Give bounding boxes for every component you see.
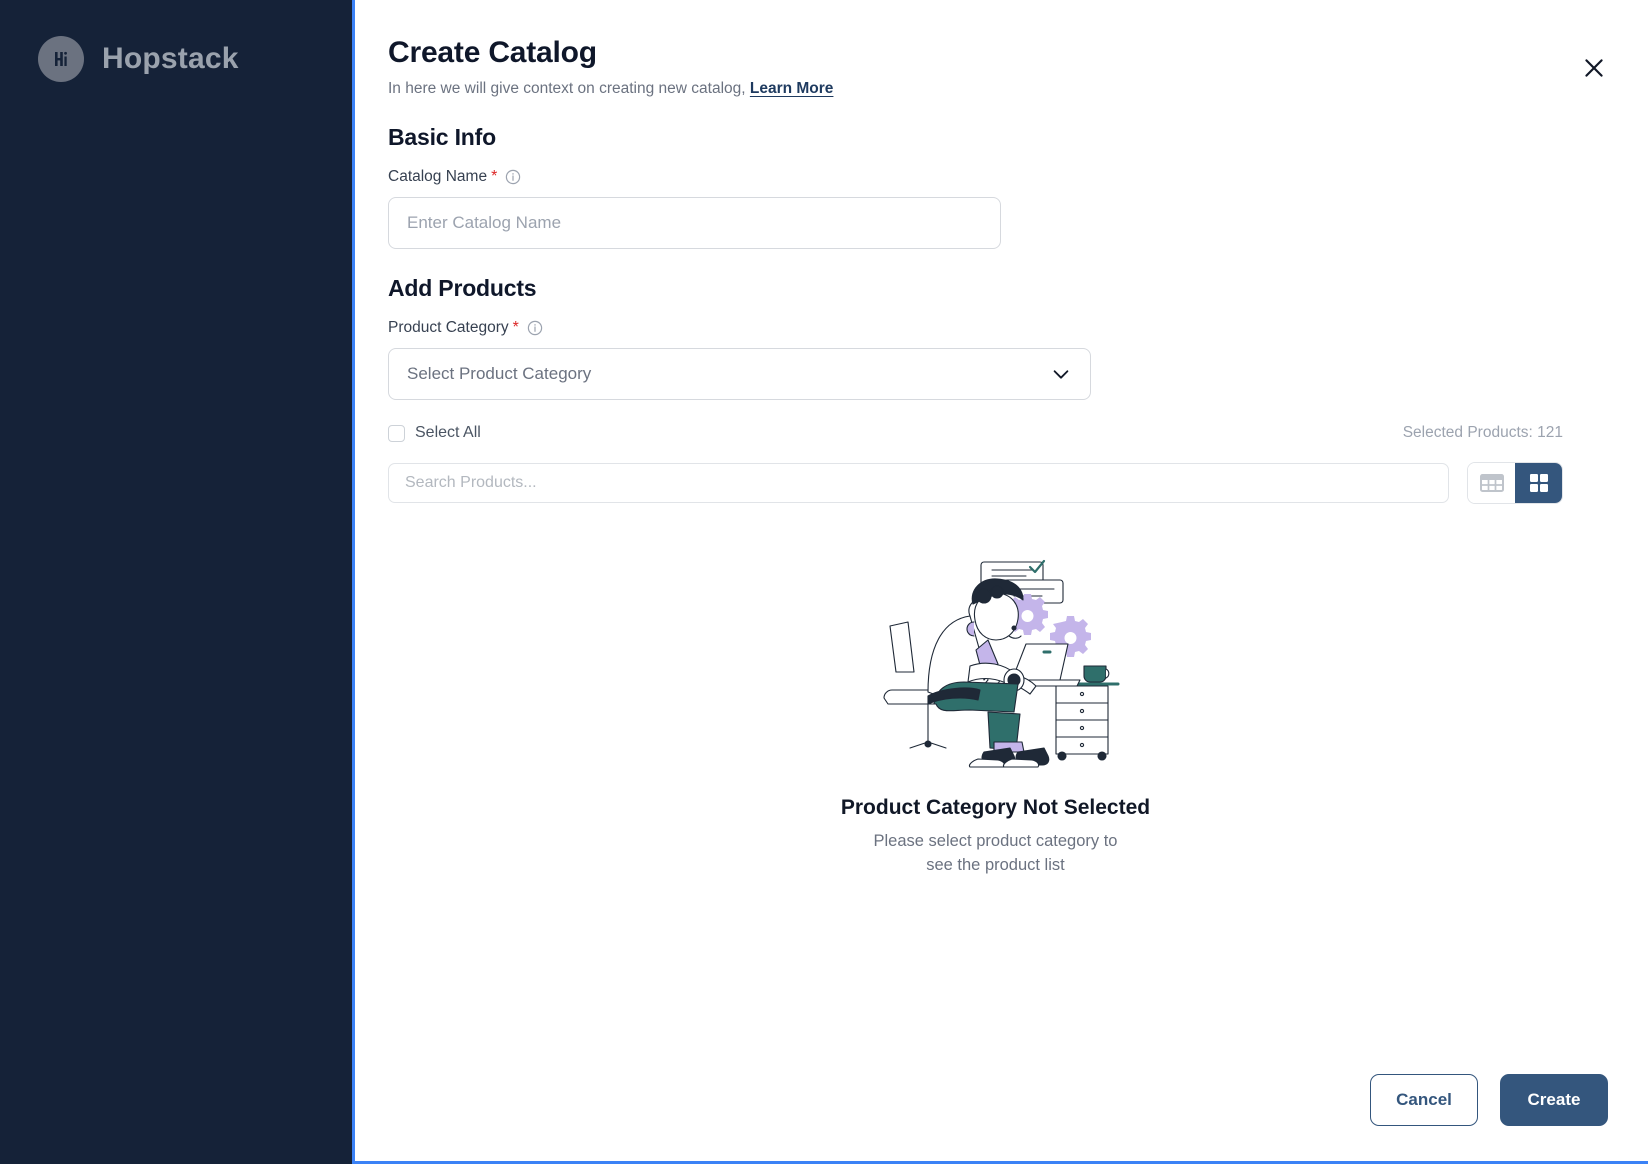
info-icon[interactable]: [505, 169, 521, 185]
page-title: Create Catalog: [383, 36, 1608, 70]
sidebar: Hopstack: [0, 0, 352, 1164]
brand[interactable]: Hopstack: [0, 0, 352, 82]
product-category-label: Product Category*: [388, 319, 1608, 337]
catalog-name-field: Catalog Name*: [383, 168, 1608, 249]
checkbox-box: [388, 425, 405, 442]
product-category-select-value: Select Product Category: [407, 364, 591, 384]
product-category-field: Product Category* Select Product Categor…: [383, 319, 1608, 400]
modal-footer: Cancel Create: [1370, 1074, 1608, 1126]
required-marker: *: [491, 168, 497, 186]
section-basic-info-heading: Basic Info: [383, 124, 1608, 151]
select-all-checkbox[interactable]: Select All: [388, 424, 481, 442]
create-button[interactable]: Create: [1500, 1074, 1608, 1126]
product-category-select[interactable]: Select Product Category: [388, 348, 1091, 400]
product-category-label-text: Product Category: [388, 319, 509, 337]
close-icon[interactable]: [1578, 52, 1610, 84]
chevron-down-icon: [1050, 363, 1072, 385]
empty-state: Product Category Not Selected Please sel…: [383, 556, 1608, 878]
modal-subtitle: In here we will give context on creating…: [383, 80, 1608, 98]
learn-more-link[interactable]: Learn More: [750, 80, 834, 97]
person-at-desk-illustration: [866, 556, 1126, 774]
cancel-button[interactable]: Cancel: [1370, 1074, 1478, 1126]
empty-state-subtitle: Please select product category to see th…: [874, 830, 1118, 878]
grid-view-icon[interactable]: [1515, 463, 1562, 503]
section-add-products-heading: Add Products: [383, 275, 1608, 302]
select-all-row: Select All Selected Products: 121: [383, 424, 1608, 442]
empty-state-title: Product Category Not Selected: [841, 796, 1150, 820]
table-view-icon[interactable]: [1468, 463, 1515, 503]
required-marker: *: [513, 319, 519, 337]
modal-subtitle-text: In here we will give context on creating…: [388, 80, 746, 97]
search-products-input[interactable]: [388, 463, 1449, 503]
app-root: Hopstack Create Catalog In here we will …: [0, 0, 1648, 1164]
empty-state-line1: Please select product category to: [874, 832, 1118, 850]
select-all-label: Select All: [415, 424, 481, 442]
catalog-name-label: Catalog Name*: [388, 168, 1608, 186]
create-catalog-modal: Create Catalog In here we will give cont…: [352, 0, 1648, 1164]
brand-name: Hopstack: [102, 42, 239, 76]
info-icon[interactable]: [527, 320, 543, 336]
hopstack-logo-icon: [38, 36, 84, 82]
catalog-name-input[interactable]: [388, 197, 1001, 249]
catalog-name-label-text: Catalog Name: [388, 168, 487, 186]
selected-products-count: Selected Products: 121: [1403, 424, 1563, 442]
empty-state-line2: see the product list: [926, 856, 1065, 874]
search-and-view-row: [383, 462, 1608, 504]
view-toggle: [1467, 462, 1563, 504]
